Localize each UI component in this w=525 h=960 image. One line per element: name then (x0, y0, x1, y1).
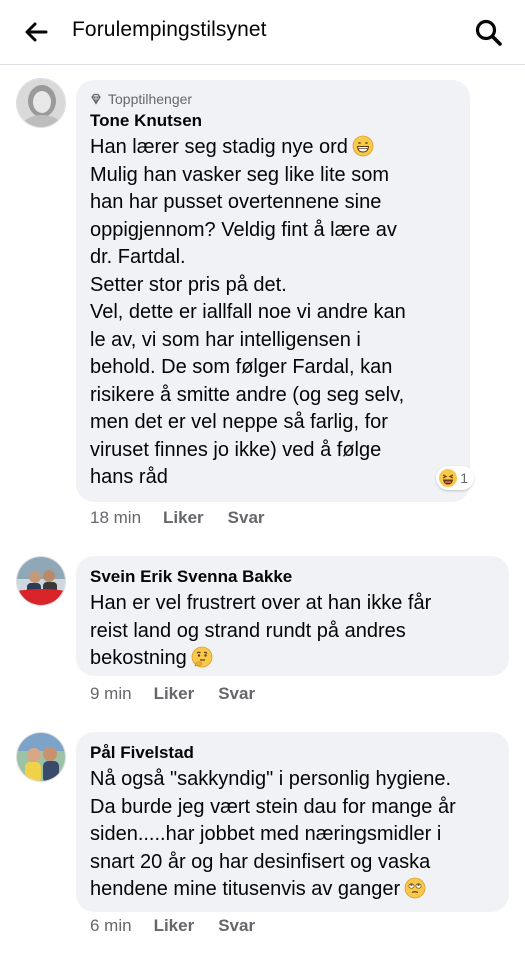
comment-time[interactable]: 6 min (90, 916, 132, 936)
comment-line: hans råd (90, 466, 168, 488)
laughing-emoji-icon (439, 469, 458, 487)
diamond-icon (91, 93, 101, 105)
comment-line: Mulig han vasker seg like lite som (90, 163, 390, 186)
avatar[interactable] (16, 556, 66, 606)
comment-line: bekostning (90, 645, 495, 673)
comment-line: le av, vi som har intelligensen i (90, 328, 361, 351)
comment-text: Han lærer seg stadig nye ord Mulig han v… (90, 134, 456, 492)
comment-line: Nå også "sakkyndig" i personlig hygiene. (90, 768, 452, 790)
comment-time[interactable]: 18 min (90, 508, 141, 528)
comment-line: Han lærer seg stadig nye ord (90, 134, 456, 162)
top-bar: Forulempingstilsynet (0, 0, 525, 65)
comment-time[interactable]: 9 min (90, 684, 132, 704)
comment-actions: 18 min Liker Svar (90, 508, 265, 528)
comment-author[interactable]: Pål Fivelstad (90, 742, 495, 764)
comment-line: siden.....har jobbet med næringsmidler i (90, 823, 442, 845)
like-button[interactable]: Liker (154, 684, 195, 704)
comment-line: risikere å smitte andre (og seg selv, (90, 383, 405, 406)
comment-line: snart 20 år og har desinfisert og vaska (90, 850, 431, 873)
comment-author[interactable]: Svein Erik Svenna Bakke (90, 566, 495, 588)
badge-label: Topptilhenger (108, 91, 193, 107)
avatar[interactable] (16, 732, 66, 782)
comment-line: Setter stor pris på det. (90, 273, 287, 296)
back-arrow-icon[interactable] (20, 16, 52, 48)
comment-actions: 9 min Liker Svar (90, 684, 255, 704)
eye-roll-emoji-icon (404, 877, 426, 899)
grinning-emoji-icon (352, 135, 374, 157)
comment-actions: 6 min Liker Svar (90, 916, 255, 936)
comment-line: oppigjennom? Veldig fint å lære av (90, 218, 397, 241)
comment-line: dr. Fartdal. (90, 246, 186, 268)
avatar[interactable] (16, 78, 66, 128)
like-button[interactable]: Liker (154, 916, 195, 936)
comment-bubble: Pål Fivelstad Nå også "sakkyndig" i pers… (76, 732, 509, 912)
comment-text: Nå også "sakkyndig" i personlig hygiene.… (90, 766, 495, 904)
comment-line: behold. De som følger Fardal, kan (90, 356, 393, 378)
comment-line: hendene mine titusenvis av ganger (90, 876, 495, 904)
comment-line: han har pusset overtennene sine (90, 191, 382, 213)
comment-text: Han er vel frustrert over at han ikke få… (90, 590, 495, 673)
comment-line: Han er vel frustrert over at han ikke få… (90, 592, 432, 614)
thinking-emoji-icon (191, 646, 213, 668)
comment-line: Da burde jeg vært stein dau for mange år (90, 795, 456, 818)
comment-line: Vel, dette er iallfall noe vi andre kan (90, 301, 406, 323)
reaction-count[interactable]: 1 (436, 466, 474, 490)
page-title: Forulempingstilsynet (72, 18, 267, 41)
comment-line: men det er vel neppe så farlig, for (90, 411, 388, 433)
comment-bubble: Svein Erik Svenna Bakke Han er vel frust… (76, 556, 509, 676)
comment-line: reist land og strand rundt på andres (90, 619, 406, 642)
comment-bubble: Topptilhenger Tone Knutsen Han lærer seg… (76, 80, 474, 502)
reply-button[interactable]: Svar (218, 916, 255, 936)
search-icon[interactable] (472, 16, 506, 50)
comment-line: viruset finnes jo ikke) ved å følge (90, 438, 382, 461)
reply-button[interactable]: Svar (218, 684, 255, 704)
like-button[interactable]: Liker (163, 508, 204, 528)
comment-author[interactable]: Tone Knutsen (90, 110, 456, 132)
reply-button[interactable]: Svar (228, 508, 265, 528)
top-fan-badge: Topptilhenger (90, 90, 456, 108)
